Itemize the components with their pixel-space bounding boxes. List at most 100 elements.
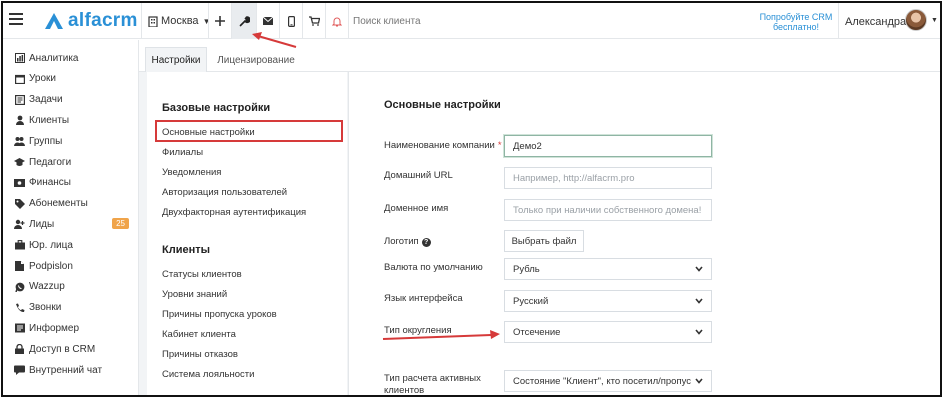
- sidebar-item-15[interactable]: Доступ в CRM: [3, 339, 138, 359]
- user-icon: [14, 115, 25, 126]
- logo-text: alfacrm: [68, 10, 138, 31]
- sidebar-item-label: Задачи: [29, 94, 63, 106]
- sidebar-item-12[interactable]: Wazzup: [3, 277, 138, 297]
- mobile-phone-icon[interactable]: [280, 3, 302, 39]
- menu-link-refusal-reasons[interactable]: Причины отказов: [162, 349, 238, 360]
- mail-icon[interactable]: [257, 3, 279, 39]
- whatsapp-icon: [14, 281, 25, 292]
- menu-link-basic-settings[interactable]: Основные настройки: [162, 127, 255, 138]
- city-selector[interactable]: Москва ▼: [148, 3, 210, 39]
- chevron-down-icon: [695, 329, 703, 335]
- client-search-input[interactable]: [353, 11, 613, 31]
- sidebar-item-13[interactable]: Звонки: [3, 298, 138, 318]
- sidebar-item-label: Педагоги: [29, 156, 72, 168]
- menu-link-absence-reasons[interactable]: Причины пропуска уроков: [162, 309, 277, 320]
- tab-bar: Настройки Лицензирование: [139, 40, 940, 73]
- notification-bell-icon[interactable]: [326, 3, 348, 39]
- menu-link-loyalty-system[interactable]: Система лояльности: [162, 369, 254, 380]
- calendar-icon: [14, 73, 25, 84]
- divider: [141, 3, 142, 39]
- group-icon: [14, 136, 25, 147]
- rounding-type-label: Тип округления: [384, 325, 452, 336]
- required-mark: *: [497, 140, 502, 151]
- tab-licensing[interactable]: Лицензирование: [211, 47, 301, 73]
- app-window: alfacrm Москва ▼ Поиск клиента Попробуйт…: [1, 1, 942, 397]
- settings-wrench-icon[interactable]: [232, 3, 256, 39]
- section-title-basic: Базовые настройки: [162, 102, 271, 114]
- menu-link-two-factor[interactable]: Двухфакторная аутентификация: [162, 207, 306, 218]
- home-url-label: Домашний URL: [384, 170, 453, 181]
- try-crm-free-link[interactable]: Попробуйте CRM бесплатно!: [755, 12, 837, 32]
- lead-icon: [14, 219, 25, 230]
- sidebar-item-label: Уроки: [29, 73, 56, 85]
- currency-label: Валюта по умолчанию: [384, 262, 483, 273]
- sidebar-item-3[interactable]: Задачи: [3, 90, 138, 110]
- sidebar-item-7[interactable]: Финансы: [3, 173, 138, 193]
- divider: [348, 3, 349, 39]
- sidebar-item-label: Лиды: [29, 218, 55, 230]
- company-name-input[interactable]: [504, 135, 712, 157]
- domain-name-label: Доменное имя: [384, 203, 449, 214]
- help-icon[interactable]: ?: [421, 238, 431, 247]
- informer-icon: [14, 323, 25, 334]
- sidebar-item-label: Абонементы: [29, 198, 88, 210]
- tab-settings[interactable]: Настройки: [145, 47, 207, 73]
- sidebar-item-9[interactable]: Лиды 25: [3, 214, 138, 234]
- sidebar-item-2[interactable]: Уроки: [3, 69, 138, 89]
- menu-link-knowledge-levels[interactable]: Уровни знаний: [162, 289, 227, 300]
- caret-down-icon[interactable]: ▼: [931, 17, 938, 24]
- menu-link-notifications[interactable]: Уведомления: [162, 167, 221, 178]
- sidebar-item-label: Доступ в CRM: [29, 343, 96, 355]
- add-icon[interactable]: [209, 3, 231, 39]
- choose-file-button[interactable]: Выбрать файл: [504, 230, 584, 252]
- company-name-label: Наименование компании *: [384, 140, 502, 151]
- sidebar-item-14[interactable]: Информер: [3, 318, 138, 338]
- currency-select[interactable]: Рубль: [504, 258, 712, 280]
- user-name[interactable]: Александра: [845, 16, 906, 28]
- sidebar-item-label: Wazzup: [29, 281, 65, 293]
- menu-link-client-cabinet[interactable]: Кабинет клиента: [162, 329, 236, 340]
- rounding-type-select[interactable]: Отсечение: [504, 321, 712, 343]
- form-title: Основные настройки: [384, 99, 501, 111]
- sidebar-item-label: Группы: [29, 135, 63, 147]
- menu-link-client-statuses[interactable]: Статусы клиентов: [162, 269, 242, 280]
- building-icon: [148, 15, 158, 27]
- cart-icon[interactable]: [303, 3, 325, 39]
- sidebar-item-10[interactable]: Юр. лица: [3, 235, 138, 255]
- sidebar: Аналитика Уроки Задачи Клиенты Группы Педагог…: [3, 40, 139, 395]
- sidebar-item-6[interactable]: Педагоги: [3, 152, 138, 172]
- active-clients-calc-label: Тип расчета активных: [384, 373, 481, 384]
- document-icon: [14, 261, 25, 272]
- menu-link-branches[interactable]: Филиалы: [162, 147, 203, 158]
- hamburger-menu-icon[interactable]: [9, 13, 23, 25]
- menu-link-user-auth[interactable]: Авторизация пользователей: [162, 187, 287, 198]
- sidebar-item-4[interactable]: Клиенты: [3, 110, 138, 130]
- logo-label: Логотип?: [384, 236, 431, 247]
- leads-count-badge: 25: [112, 218, 129, 230]
- settings-form-panel: Основные настройки Наименование компании…: [348, 72, 940, 396]
- sidebar-item-label: Финансы: [29, 177, 71, 189]
- domain-name-input[interactable]: [504, 199, 712, 221]
- language-select[interactable]: Русский: [504, 290, 712, 312]
- sidebar-item-11[interactable]: Podpislon: [3, 256, 138, 276]
- sidebar-item-label: Информер: [29, 322, 80, 334]
- sidebar-item-16[interactable]: Внутренний чат: [3, 360, 138, 380]
- logo[interactable]: alfacrm: [43, 10, 138, 32]
- tasks-icon: [14, 94, 25, 105]
- graduation-cap-icon: [14, 157, 25, 168]
- sidebar-item-label: Звонки: [29, 302, 62, 314]
- sidebar-item-5[interactable]: Группы: [3, 131, 138, 151]
- chevron-down-icon: [695, 266, 703, 272]
- home-url-input[interactable]: [504, 167, 712, 189]
- sidebar-item-1[interactable]: Аналитика: [3, 48, 138, 68]
- sidebar-item-8[interactable]: Абонементы: [3, 194, 138, 214]
- city-name: Москва: [161, 15, 199, 27]
- phone-icon: [14, 302, 25, 313]
- sidebar-item-label: Аналитика: [29, 52, 79, 64]
- settings-menu: Базовые настройки Основные настройки Фил…: [147, 72, 347, 395]
- active-clients-calc-label-line2: клиентов: [384, 385, 425, 396]
- active-clients-calc-select[interactable]: Состояние "Клиент", кто посетил/пропусти: [504, 370, 712, 392]
- tag-icon: [14, 198, 25, 209]
- main-content: Базовые настройки Основные настройки Фил…: [139, 72, 940, 396]
- avatar[interactable]: [905, 9, 927, 31]
